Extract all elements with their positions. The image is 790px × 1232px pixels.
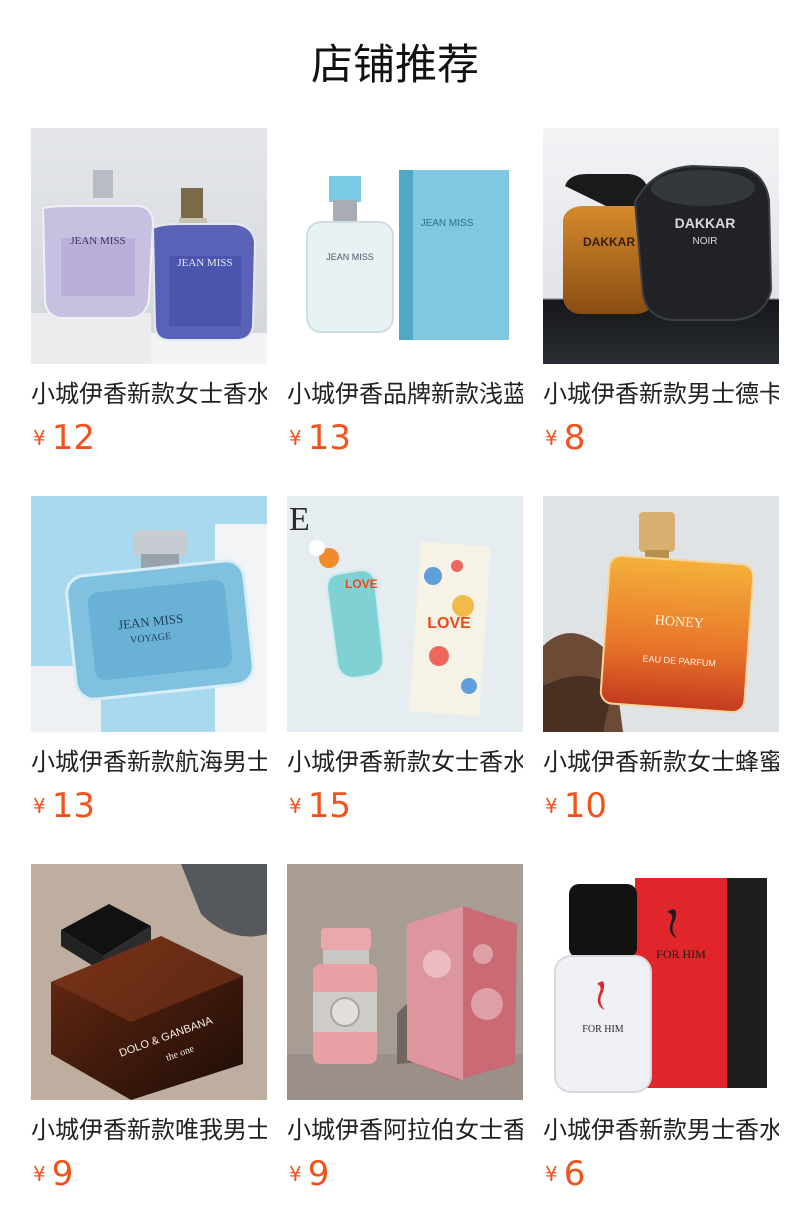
- product-name[interactable]: 小城伊香新款唯我男士: [31, 1112, 267, 1148]
- product-image[interactable]: JEAN MISS JEAN MISS: [287, 128, 523, 364]
- product-card[interactable]: 小城伊香阿拉伯女士香 ¥9: [287, 864, 523, 1232]
- price-amount: 13: [307, 418, 351, 458]
- product-price: ¥12: [33, 413, 95, 463]
- product-name[interactable]: 小城伊香新款女士蜂蜜: [543, 744, 779, 780]
- bottle-label: LOVE: [345, 577, 378, 591]
- product-card[interactable]: JEAN MISS VOYAGE 小城伊香新款航海男士 ¥13: [31, 496, 267, 864]
- currency-symbol: ¥: [545, 426, 558, 450]
- currency-symbol: ¥: [545, 1162, 558, 1186]
- product-card[interactable]: E LOVE LOVE 小城伊香新款女士香水 ¥ 15: [287, 496, 523, 864]
- product-price: ¥10: [545, 781, 607, 831]
- currency-symbol: ¥: [545, 794, 558, 818]
- product-image[interactable]: E LOVE LOVE: [287, 496, 523, 732]
- currency-symbol: ¥: [289, 426, 302, 450]
- currency-symbol: ¥: [33, 794, 46, 818]
- price-amount: 6: [563, 1154, 586, 1194]
- product-card[interactable]: JEAN MISS JEAN MISS 小城伊香品牌新款浅蓝 ¥13: [287, 128, 523, 496]
- currency-symbol: ¥: [289, 794, 302, 818]
- bottle-label: JEAN MISS: [177, 257, 232, 269]
- product-price: ¥8: [545, 413, 585, 463]
- product-price: ¥9: [289, 1149, 329, 1199]
- product-price: ¥13: [33, 781, 95, 831]
- product-name[interactable]: 小城伊香新款女士香水: [287, 744, 523, 780]
- product-grid: JEAN MISS JEAN MISS 小城伊香新款女士香水 ¥12 JEAN …: [31, 128, 790, 1232]
- box-label: LOVE: [427, 615, 471, 632]
- product-name[interactable]: 小城伊香新款男士德卡: [543, 376, 779, 412]
- currency-symbol: ¥: [289, 1162, 302, 1186]
- bottle-label: JEAN MISS: [326, 252, 374, 262]
- bottle-label: JEAN MISS: [70, 235, 125, 247]
- product-name[interactable]: 小城伊香新款男士香水: [543, 1112, 779, 1148]
- svg-text:E: E: [289, 501, 310, 538]
- price-amount: 8: [563, 418, 586, 458]
- price-amount: 13: [51, 786, 95, 826]
- product-image[interactable]: DAKKAR DAKKAR NOIR: [543, 128, 779, 364]
- product-name[interactable]: 小城伊香新款航海男士: [31, 744, 267, 780]
- bottle-label: FOR HIM: [582, 1024, 624, 1035]
- currency-symbol: ¥: [33, 426, 46, 450]
- product-name[interactable]: 小城伊香新款女士香水: [31, 376, 267, 412]
- price-amount: 15: [307, 786, 351, 826]
- product-price: ¥6: [545, 1149, 585, 1199]
- product-image[interactable]: JEAN MISS JEAN MISS: [31, 128, 267, 364]
- box-label: JEAN MISS: [421, 218, 474, 229]
- currency-symbol: ¥: [33, 1162, 46, 1186]
- product-image[interactable]: DOLO & GANBANA the one: [31, 864, 267, 1100]
- product-card[interactable]: DAKKAR DAKKAR NOIR 小城伊香新款男士德卡 ¥8: [543, 128, 779, 496]
- product-image[interactable]: HONEY EAU DE PARFUM: [543, 496, 779, 732]
- product-image[interactable]: JEAN MISS VOYAGE: [31, 496, 267, 732]
- product-image[interactable]: [287, 864, 523, 1100]
- product-card[interactable]: DOLO & GANBANA the one 小城伊香新款唯我男士 ¥9: [31, 864, 267, 1232]
- bottle-label: DAKKAR: [583, 235, 635, 249]
- product-price: ¥9: [33, 1149, 73, 1199]
- product-name[interactable]: 小城伊香阿拉伯女士香: [287, 1112, 523, 1148]
- product-name[interactable]: 小城伊香品牌新款浅蓝: [287, 376, 523, 412]
- shop-recommend-page: 店铺推荐 JEAN MISS JEAN MISS 小城伊香新款女士香水 ¥ 12…: [0, 0, 790, 1232]
- box-label: FOR HIM: [656, 947, 706, 961]
- product-card[interactable]: FOR HIM FOR HIM 小城伊香新款男士香水 ¥6: [543, 864, 779, 1232]
- product-card[interactable]: JEAN MISS JEAN MISS 小城伊香新款女士香水 ¥12: [31, 128, 267, 496]
- price-amount: 12: [51, 418, 95, 458]
- price-amount: 10: [563, 786, 607, 826]
- bottle-sublabel: NOIR: [693, 236, 718, 247]
- price-amount: 9: [51, 1154, 74, 1194]
- product-price: ¥15: [289, 781, 351, 831]
- product-price: ¥13: [289, 413, 351, 463]
- page-title: 店铺推荐: [310, 40, 479, 89]
- price-amount: 9: [307, 1154, 330, 1194]
- bottle-label: DAKKAR: [675, 215, 736, 231]
- product-image[interactable]: FOR HIM FOR HIM: [543, 864, 779, 1100]
- product-card[interactable]: HONEY EAU DE PARFUM 小城伊香新款女士蜂蜜 ¥10: [543, 496, 779, 864]
